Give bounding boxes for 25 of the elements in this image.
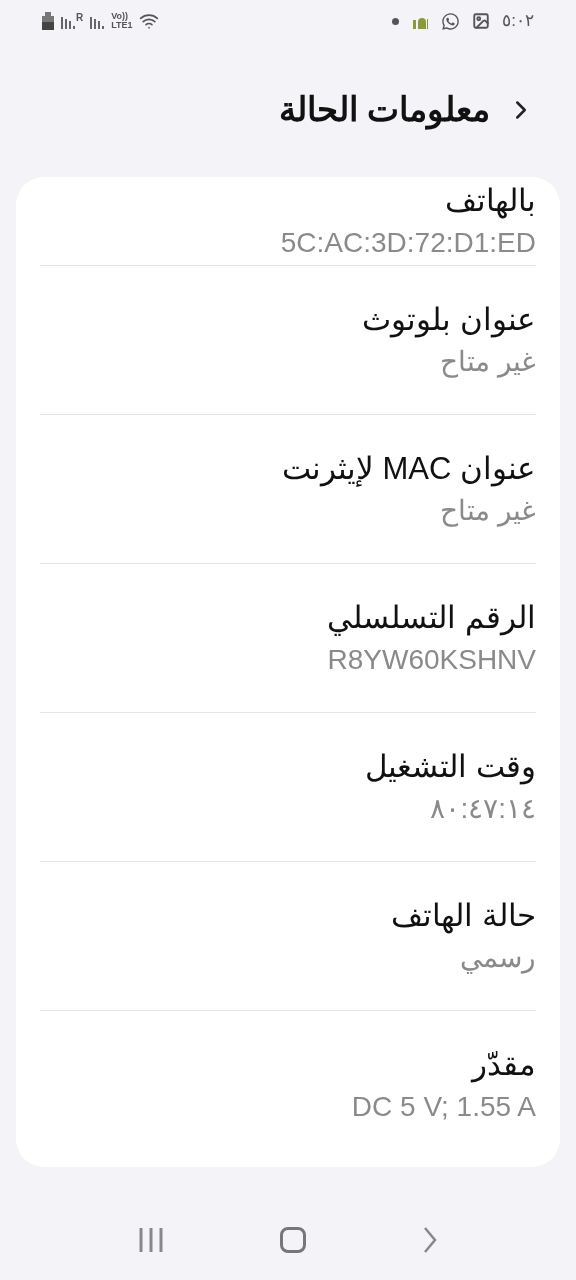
setting-label: حالة الهاتف xyxy=(390,897,536,936)
roaming-label: R xyxy=(76,13,84,23)
setting-label: مقدّر xyxy=(469,1046,536,1085)
clock: ٥:٠٢ xyxy=(502,10,534,33)
setting-value: 5C:AC:3D:72:D1:ED xyxy=(279,226,536,260)
setting-label: وقت التشغيل xyxy=(364,748,536,787)
setting-value: غير متاح xyxy=(439,494,536,529)
gallery-icon xyxy=(472,12,491,30)
setting-value: DC 5 V; 1.55 A xyxy=(350,1090,536,1124)
volte-label: Vo)) xyxy=(111,12,129,21)
setting-label: بالهاتف xyxy=(444,182,536,221)
setting-value: رسمي xyxy=(459,941,536,976)
setting-value: غير متاح xyxy=(439,345,536,380)
lte-label: LTE1 xyxy=(111,21,133,30)
sim-icon xyxy=(42,12,54,30)
home-button[interactable] xyxy=(280,1227,306,1253)
chat-icon xyxy=(441,11,461,31)
wifi-icon xyxy=(138,11,159,31)
recent-apps-icon[interactable] xyxy=(138,1227,164,1253)
setting-label: عنوان MAC لإيثرنت xyxy=(280,450,536,489)
setting-label: عنوان بلوتوث xyxy=(361,301,536,340)
setting-label: الرقم التسلسلي xyxy=(326,599,536,638)
page-title: معلومات الحالة xyxy=(278,89,490,132)
setting-value: R8YW60KSHNV xyxy=(326,643,536,677)
setting-value: ٨٠:٤٧:١٤ xyxy=(429,792,536,826)
